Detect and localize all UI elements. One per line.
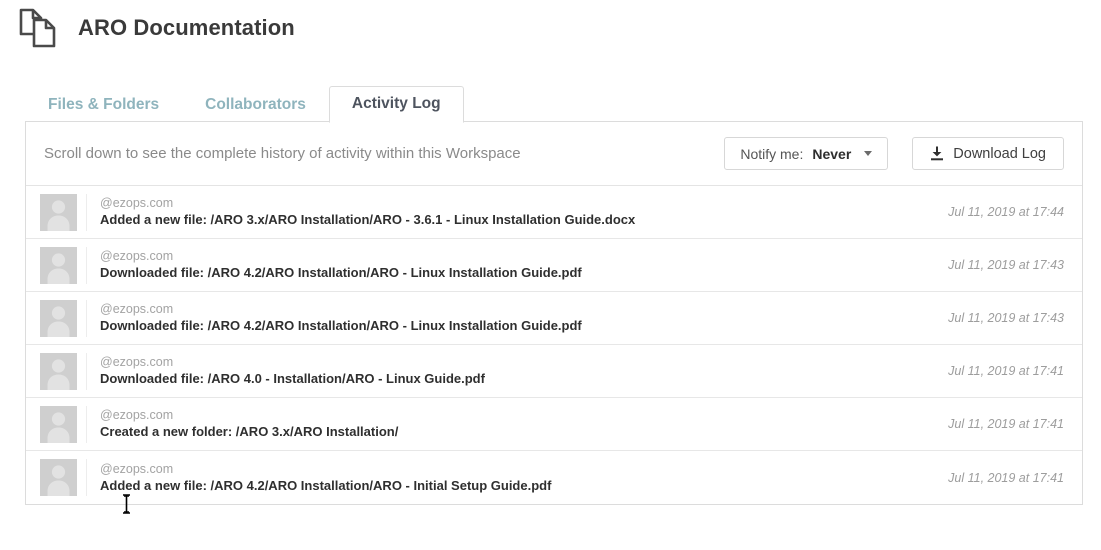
documents-icon [18,6,64,50]
activity-row[interactable]: @ezops.com Downloaded file: /ARO 4.2/ARO… [26,239,1082,292]
notify-me-dropdown[interactable]: Notify me: Never [724,137,889,170]
download-icon [930,146,944,161]
activity-user: @ezops.com [100,408,174,422]
activity-row-body: @ezops.com Created a new folder: /ARO 3.… [86,405,928,443]
avatar [40,459,77,496]
activity-row[interactable]: @ezops.com Downloaded file: /ARO 4.2/ARO… [26,292,1082,345]
activity-row[interactable]: @ezops.com Added a new file: /ARO 3.x/AR… [26,186,1082,239]
activity-user: @ezops.com [100,302,174,316]
page-header: ARO Documentation [18,6,295,50]
activity-row-body: @ezops.com Added a new file: /ARO 3.x/AR… [86,193,928,231]
tab-activity-log[interactable]: Activity Log [328,86,464,123]
activity-row-body: @ezops.com Added a new file: /ARO 4.2/AR… [86,459,928,496]
activity-row[interactable]: @ezops.com Created a new folder: /ARO 3.… [26,398,1082,451]
download-log-label: Download Log [953,145,1046,162]
activity-row[interactable]: @ezops.com Added a new file: /ARO 4.2/AR… [26,451,1082,504]
notify-value: Never [812,145,852,162]
activity-user: @ezops.com [100,196,174,210]
page-title: ARO Documentation [78,15,295,40]
toolbar-actions: Notify me: Never Download Log [724,137,1064,170]
activity-timestamp: Jul 11, 2019 at 17:41 [948,470,1064,485]
activity-action: Downloaded file: /ARO 4.2/ARO Installati… [100,265,582,280]
activity-timestamp: Jul 11, 2019 at 17:44 [948,205,1064,219]
activity-timestamp: Jul 11, 2019 at 17:41 [948,417,1064,431]
activity-row-body: @ezops.com Downloaded file: /ARO 4.0 - I… [86,352,928,390]
activity-timestamp: Jul 11, 2019 at 17:43 [948,258,1064,272]
activity-row[interactable]: @ezops.com Downloaded file: /ARO 4.0 - I… [26,345,1082,398]
panel-toolbar: Scroll down to see the complete history … [26,122,1082,186]
tab-collaborators[interactable]: Collaborators [182,87,329,123]
download-log-button[interactable]: Download Log [912,137,1064,170]
activity-timestamp: Jul 11, 2019 at 17:43 [948,311,1064,325]
avatar [40,246,77,284]
activity-log-page: ARO Documentation Files & Folders Collab… [0,0,1101,550]
activity-user: @ezops.com [100,249,174,263]
activity-action: Downloaded file: /ARO 4.0 - Installation… [100,371,485,386]
activity-action: Added a new file: /ARO 4.2/ARO Installat… [100,477,552,493]
activity-row-body: @ezops.com Downloaded file: /ARO 4.2/ARO… [86,246,928,284]
avatar [40,405,77,443]
notify-label: Notify me: [740,145,804,162]
activity-action: Created a new folder: /ARO 3.x/ARO Insta… [100,424,399,439]
activity-list: @ezops.com Added a new file: /ARO 3.x/AR… [26,186,1082,504]
activity-action: Added a new file: /ARO 3.x/ARO Installat… [100,212,636,227]
panel-description: Scroll down to see the complete history … [44,145,521,162]
activity-panel: Scroll down to see the complete history … [25,121,1083,505]
tab-files-folders[interactable]: Files & Folders [25,87,182,123]
activity-timestamp: Jul 11, 2019 at 17:41 [948,364,1064,378]
tab-bar: Files & Folders Collaborators Activity L… [25,86,1085,123]
activity-user: @ezops.com [100,461,174,476]
activity-user: @ezops.com [100,355,174,369]
chevron-down-icon [864,151,873,156]
avatar [40,299,77,337]
activity-row-body: @ezops.com Downloaded file: /ARO 4.2/ARO… [86,299,928,337]
activity-action: Downloaded file: /ARO 4.2/ARO Installati… [100,318,582,333]
avatar [40,352,77,390]
avatar [40,193,77,231]
